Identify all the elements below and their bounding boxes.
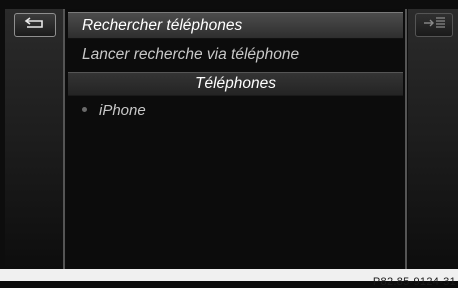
search-phones-item[interactable]: Rechercher téléphones: [68, 12, 403, 39]
device-label: iPhone: [99, 102, 146, 119]
options-list-icon: [422, 16, 446, 35]
figure-reference: P82.85-9124-31: [372, 276, 456, 288]
right-divider: [405, 9, 407, 269]
display-screen: Rechercher téléphones Lancer recherche v…: [0, 0, 458, 269]
left-divider: [63, 9, 65, 269]
right-panel: [408, 9, 458, 269]
footer-strip: P82.85-9124-31: [0, 269, 458, 288]
options-button[interactable]: [415, 13, 453, 37]
back-arrow-icon: [24, 16, 46, 34]
start-search-via-phone-item[interactable]: Lancer recherche via téléphone: [68, 42, 403, 68]
left-panel: [5, 9, 63, 269]
back-button[interactable]: [14, 13, 56, 37]
bullet-icon: [82, 106, 87, 112]
phones-section-header: Téléphones: [68, 72, 403, 96]
device-list-item[interactable]: iPhone: [68, 100, 403, 122]
